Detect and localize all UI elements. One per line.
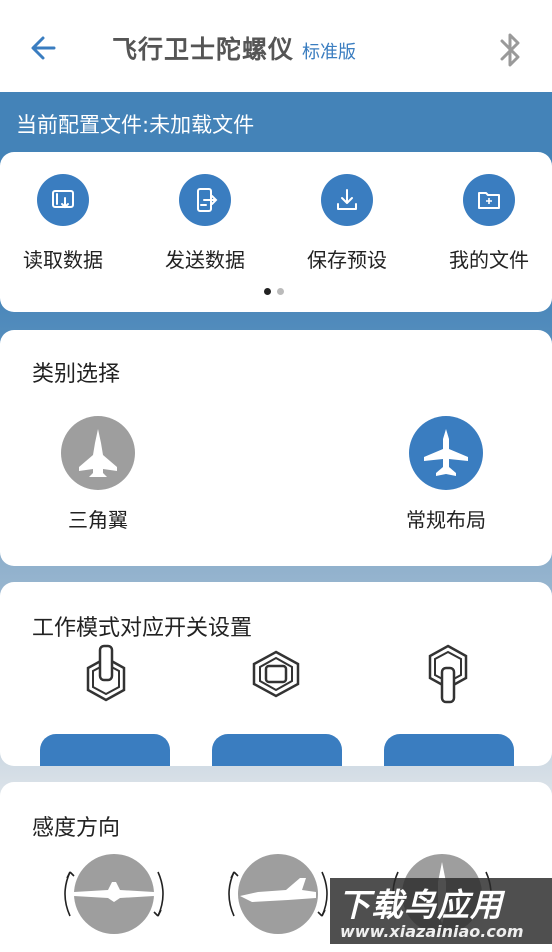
send-data-icon xyxy=(179,174,231,226)
delta-wing-label: 三角翼 xyxy=(68,508,128,532)
category-title: 类别选择 xyxy=(32,362,121,387)
read-data-label: 读取数据 xyxy=(23,248,103,272)
mode-button-2[interactable] xyxy=(212,734,342,766)
my-files-label: 我的文件 xyxy=(449,248,529,272)
send-data-button[interactable]: 发送数据 xyxy=(150,174,260,273)
mode-title: 工作模式对应开关设置 xyxy=(32,616,253,641)
save-preset-label: 保存预设 xyxy=(307,248,387,272)
back-button[interactable] xyxy=(26,30,62,66)
save-preset-icon xyxy=(321,174,373,226)
page-dot-active xyxy=(264,288,271,295)
delta-wing-icon xyxy=(61,416,135,490)
delta-wing-option[interactable]: 三角翼 xyxy=(38,416,158,533)
conventional-layout-label: 常规布局 xyxy=(406,508,486,532)
conventional-plane-icon xyxy=(409,416,483,490)
sense-title: 感度方向 xyxy=(32,816,121,841)
site-watermark: 下载鸟应用 www.xiazainiao.com xyxy=(330,878,552,944)
read-data-button[interactable]: 读取数据 xyxy=(8,174,118,273)
bluetooth-button[interactable] xyxy=(496,30,526,70)
page-indicator xyxy=(264,288,284,295)
title-group: 飞行卫士陀螺仪 标准版 xyxy=(112,30,356,66)
pitch-direction-icon[interactable] xyxy=(228,852,328,936)
switch-down-icon[interactable] xyxy=(418,642,478,706)
mode-button-1[interactable] xyxy=(40,734,170,766)
app-header: 飞行卫士陀螺仪 标准版 xyxy=(0,0,552,92)
my-files-button[interactable]: 我的文件 xyxy=(434,174,544,273)
bluetooth-icon xyxy=(500,33,520,67)
switch-up-icon[interactable] xyxy=(76,642,136,706)
page-dot xyxy=(277,288,284,295)
mode-button-3[interactable] xyxy=(384,734,514,766)
my-files-icon xyxy=(463,174,515,226)
switch-middle-icon[interactable] xyxy=(246,642,306,706)
watermark-main-text: 下载鸟应用 xyxy=(338,886,504,924)
roll-direction-icon[interactable] xyxy=(64,852,164,936)
save-preset-button[interactable]: 保存预设 xyxy=(292,174,402,273)
watermark-url-text: www.xiazainiao.com xyxy=(340,922,524,941)
edition-label: 标准版 xyxy=(302,42,357,63)
config-status-bar: 当前配置文件:未加载文件 xyxy=(0,92,552,152)
mode-switch-card: 工作模式对应开关设置 xyxy=(0,582,552,766)
send-data-label: 发送数据 xyxy=(165,248,245,272)
read-data-icon xyxy=(37,174,89,226)
category-card: 类别选择 三角翼 常规布局 xyxy=(0,330,552,566)
back-arrow-icon xyxy=(31,36,56,60)
conventional-layout-option[interactable]: 常规布局 xyxy=(386,416,506,533)
page-title: 飞行卫士陀螺仪 xyxy=(112,35,295,64)
config-file-label: 当前配置文件:未加载文件 xyxy=(16,113,255,137)
